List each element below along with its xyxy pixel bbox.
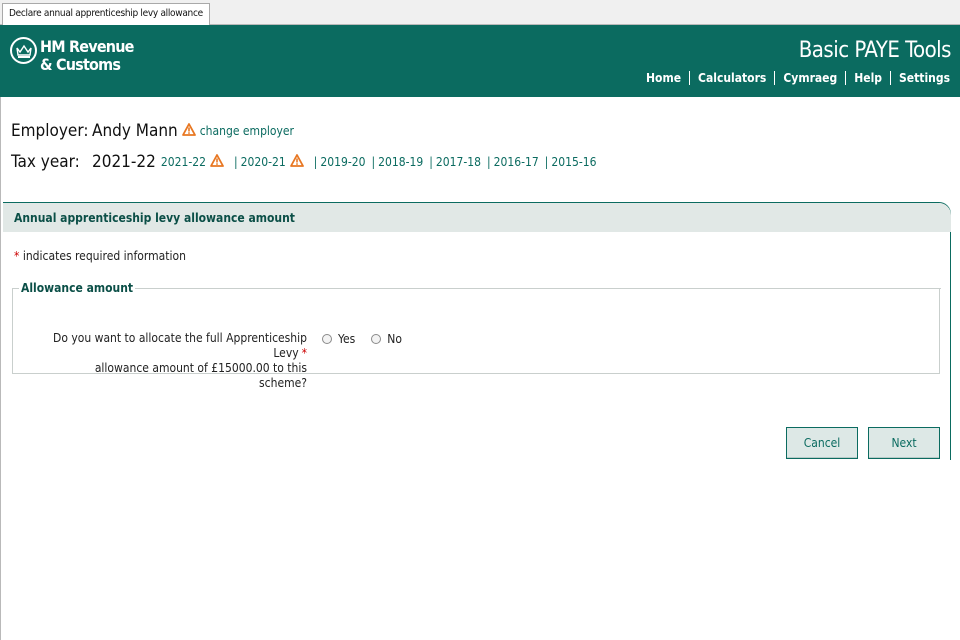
- question-line-2: allowance amount of £15000.00 to this sc…: [94, 361, 307, 390]
- question-line-1: Do you want to allocate the full Apprent…: [53, 331, 307, 360]
- hmrc-logo: HM Revenue & Customs: [40, 38, 134, 74]
- separator: |: [313, 155, 318, 169]
- panel-title: Annual apprenticeship levy allowance amo…: [14, 211, 295, 225]
- next-button[interactable]: Next: [868, 427, 940, 459]
- levy-allowance-panel: Annual apprenticeship levy allowance amo…: [3, 202, 951, 460]
- separator: |: [487, 155, 491, 169]
- year-link-2021-22[interactable]: 2021-22: [161, 155, 206, 169]
- panel-header: Annual apprenticeship levy allowance amo…: [3, 203, 951, 232]
- app-header: HM Revenue & Customs Basic PAYE Tools Ho…: [0, 25, 960, 97]
- nav-help[interactable]: Help: [845, 71, 890, 85]
- allowance-fieldset: Allowance amount Do you want to allocate…: [12, 281, 941, 390]
- separator: |: [371, 155, 376, 169]
- tax-year-label: Tax year:: [11, 152, 80, 172]
- window-border: [0, 25, 1, 640]
- nav-calculators[interactable]: Calculators: [689, 71, 774, 85]
- brand-line-2: & Customs: [40, 55, 121, 74]
- hmrc-crest-icon: [10, 37, 37, 64]
- employer-label: Employer:: [11, 121, 89, 141]
- year-link-2018-19[interactable]: 2018-19: [378, 155, 423, 169]
- employer-name: Andy Mann: [92, 121, 178, 141]
- brand-line-1: HM Revenue: [40, 37, 134, 56]
- fieldset-legend: Allowance amount: [19, 281, 136, 295]
- required-star: *: [301, 346, 307, 360]
- app-title: Basic PAYE Tools: [798, 38, 952, 63]
- fieldset-border: [125, 288, 941, 289]
- cancel-button[interactable]: Cancel: [786, 427, 858, 459]
- current-tax-year: 2021-22: [92, 152, 156, 172]
- radio-yes-label[interactable]: Yes: [338, 332, 355, 346]
- separator: |: [234, 155, 238, 169]
- change-employer-link[interactable]: change employer: [200, 124, 294, 138]
- tax-year-row: Tax year: 2021-22 2021-22 | 2020-21 | 20…: [11, 151, 597, 173]
- tab-declare-levy[interactable]: Declare annual apprenticeship levy allow…: [2, 3, 210, 25]
- nav-settings[interactable]: Settings: [890, 71, 950, 85]
- year-link-2017-18[interactable]: 2017-18: [436, 155, 481, 169]
- warning-icon: [181, 123, 196, 139]
- year-link-2015-16[interactable]: 2015-16: [551, 155, 596, 169]
- allocate-question: Do you want to allocate the full Apprent…: [45, 331, 307, 391]
- employer-row: Employer: Andy Mann change employer: [11, 120, 294, 142]
- nav-home[interactable]: Home: [638, 71, 689, 85]
- required-info-note: * indicates required information: [14, 249, 186, 263]
- year-link-2016-17[interactable]: 2016-17: [494, 155, 539, 169]
- top-nav: Home Calculators Cymraeg Help Settings: [638, 71, 950, 85]
- separator: |: [429, 155, 433, 169]
- nav-cymraeg[interactable]: Cymraeg: [774, 71, 845, 85]
- year-link-2020-21[interactable]: 2020-21: [241, 155, 286, 169]
- warning-icon: [289, 154, 304, 170]
- warning-icon: [210, 154, 224, 170]
- radio-no[interactable]: [371, 334, 382, 344]
- radio-no-label[interactable]: No: [387, 332, 402, 346]
- year-link-2019-20[interactable]: 2019-20: [320, 155, 365, 169]
- tab-bar: Declare annual apprenticeship levy allow…: [0, 0, 960, 25]
- allocate-radio-group: Yes No: [322, 331, 418, 347]
- separator: |: [544, 155, 549, 169]
- required-note-text: indicates required information: [19, 249, 186, 263]
- radio-yes[interactable]: [322, 334, 332, 344]
